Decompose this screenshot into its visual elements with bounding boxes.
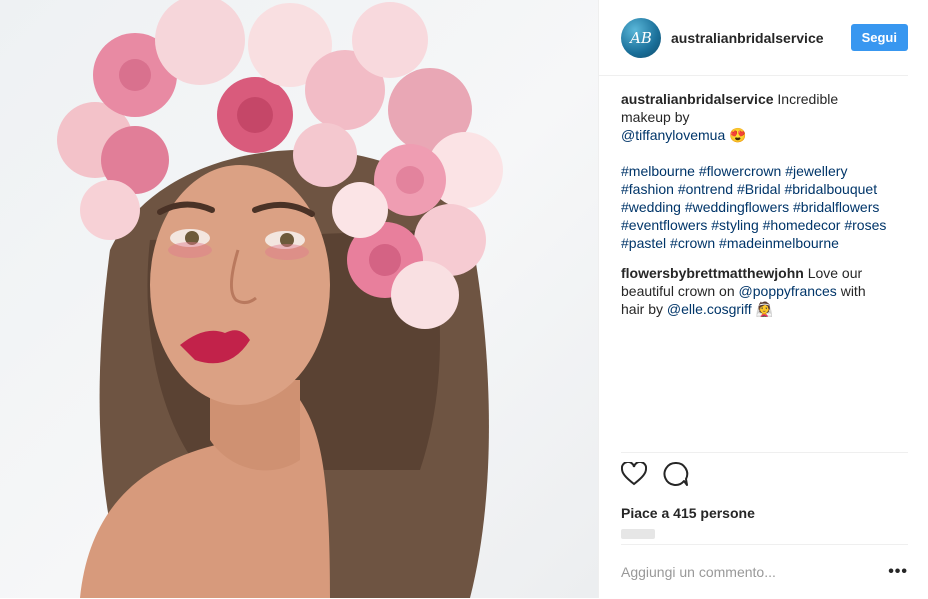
add-comment-bar: Aggiungi un commento... •••: [621, 544, 908, 599]
mention-link[interactable]: @tiffanylovemua: [621, 127, 725, 143]
more-options-icon[interactable]: •••: [888, 563, 908, 581]
likes-count[interactable]: Piace a 415 persone: [621, 505, 908, 521]
comment-input[interactable]: Aggiungi un commento...: [621, 564, 776, 580]
mention-link[interactable]: @poppyfrances: [739, 283, 837, 299]
post-actions: Piace a 415 persone: [620, 452, 908, 539]
post-header: AB australianbridalservice Segui: [599, 0, 908, 76]
heart-icon[interactable]: [620, 460, 648, 491]
comment-icon[interactable]: [663, 461, 689, 492]
instagram-post: AB australianbridalservice Segui austral…: [0, 0, 928, 598]
emoji: 👰: [755, 301, 774, 317]
username-link[interactable]: australianbridalservice: [671, 30, 851, 46]
follow-button[interactable]: Segui: [850, 24, 908, 51]
comment-item: flowersbybrettmatthewjohn Love our beaut…: [621, 264, 888, 318]
post-sidebar: AB australianbridalservice Segui austral…: [598, 0, 928, 598]
timestamp-placeholder: [621, 529, 655, 539]
comment-item: australianbridalservice Incredible makeu…: [621, 90, 888, 252]
bride-flower-crown-image: [57, 0, 503, 598]
comment-username[interactable]: australianbridalservice: [621, 91, 774, 107]
avatar[interactable]: AB: [621, 17, 661, 58]
comment-username[interactable]: flowersbybrettmatthewjohn: [621, 265, 804, 281]
comment-list: australianbridalservice Incredible makeu…: [599, 76, 908, 318]
mention-link[interactable]: @elle.cosgriff: [667, 301, 752, 317]
post-photo[interactable]: [0, 0, 598, 598]
emoji: 😍: [729, 127, 747, 143]
hashtags[interactable]: #melbourne #flowercrown #jewellery #fash…: [621, 162, 888, 252]
